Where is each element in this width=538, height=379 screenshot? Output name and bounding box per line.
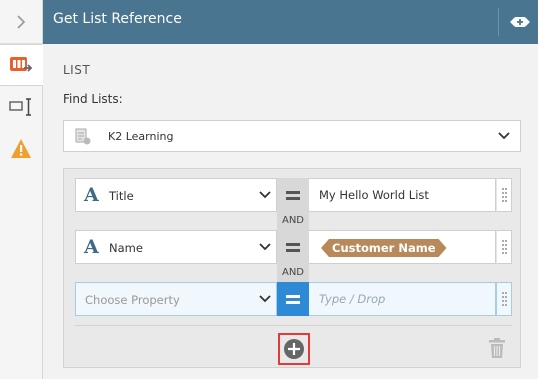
choose-property-select[interactable]: Choose Property (75, 282, 277, 316)
value-field[interactable]: My Hello World List (309, 178, 496, 212)
plus-circle-icon (284, 339, 304, 359)
chevron-down-icon (259, 243, 271, 251)
property-placeholder: Choose Property (85, 293, 180, 307)
tab-list-reference[interactable] (0, 44, 43, 86)
chevron-down-icon (259, 191, 271, 199)
expand-chevron-icon[interactable] (0, 0, 42, 44)
list-reference-icon (9, 57, 32, 72)
filter-row: A Name Customer Name (75, 230, 512, 264)
drag-handle[interactable] (496, 230, 512, 264)
equals-icon (286, 190, 300, 200)
filter-row-new: Choose Property Type / Drop (75, 282, 512, 316)
list-source-icon (75, 128, 91, 145)
add-filter-button[interactable] (278, 333, 310, 365)
grip-icon (502, 292, 504, 294)
panel-header: Get List Reference (43, 0, 538, 44)
left-rail (0, 0, 43, 379)
expand-arrows-icon (510, 17, 530, 27)
equals-icon (286, 242, 300, 252)
and-connector: AND (277, 264, 309, 282)
list-select-value: K2 Learning (108, 130, 174, 143)
text-type-icon: A (84, 236, 99, 258)
value-text: My Hello World List (319, 188, 429, 202)
list-select[interactable]: K2 Learning (63, 120, 521, 152)
drag-handle[interactable] (496, 282, 512, 316)
property-label: Title (109, 189, 134, 203)
trash-icon (489, 338, 505, 358)
tab-warnings[interactable] (0, 128, 42, 170)
customer-name-token[interactable]: Customer Name (321, 239, 447, 257)
header-divider (498, 8, 499, 36)
find-lists-label: Find Lists: (63, 92, 123, 106)
value-drop-field[interactable]: Type / Drop (309, 282, 496, 316)
chevron-down-icon (498, 132, 510, 140)
warning-icon (11, 139, 31, 158)
panel-content: LIST Find Lists: K2 Learning A Title My … (43, 44, 538, 379)
property-select[interactable]: A Title (75, 178, 277, 212)
property-label: Name (109, 241, 143, 255)
drag-handle[interactable] (496, 178, 512, 212)
text-type-icon: A (84, 184, 99, 206)
operator-button[interactable] (277, 230, 309, 264)
divider (75, 325, 512, 326)
grip-icon (502, 188, 504, 190)
operator-button[interactable] (277, 178, 309, 212)
filter-row: A Title My Hello World List (75, 178, 512, 212)
delete-filter-button[interactable] (488, 337, 506, 363)
grip-icon (502, 240, 504, 242)
and-connector: AND (277, 212, 309, 230)
operator-button[interactable] (277, 282, 309, 316)
equals-icon (286, 294, 300, 304)
property-select[interactable]: A Name (75, 230, 277, 264)
chevron-down-icon (259, 295, 271, 303)
value-field[interactable]: Customer Name (309, 230, 496, 264)
section-title: LIST (63, 63, 91, 77)
panel-title: Get List Reference (53, 11, 182, 27)
expand-panel-button[interactable] (509, 13, 531, 31)
text-field-icon (9, 98, 31, 116)
tab-properties[interactable] (0, 86, 42, 128)
value-placeholder: Type / Drop (319, 292, 386, 306)
filter-builder: A Title My Hello World List AND A Name C… (63, 168, 521, 368)
